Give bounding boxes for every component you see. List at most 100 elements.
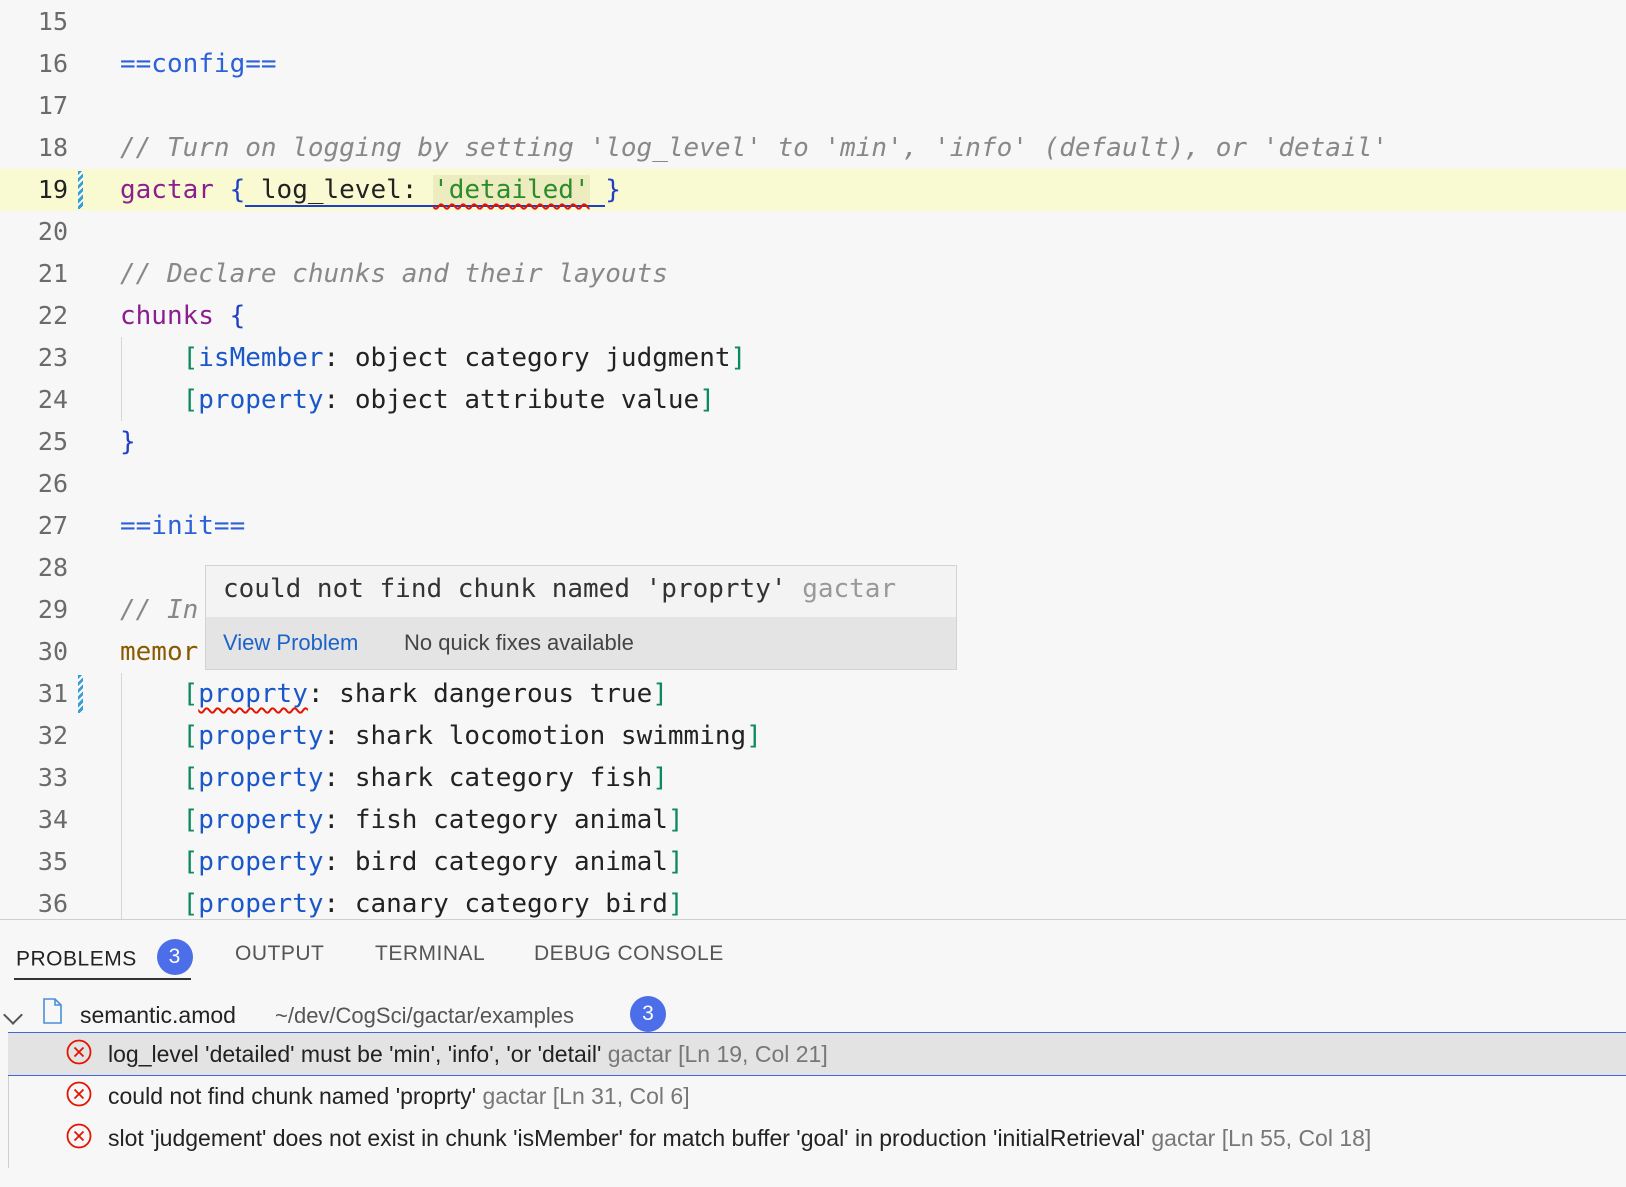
- code-token: property: [198, 721, 324, 751]
- code-token: isMember: [198, 343, 324, 373]
- tab-debug-console[interactable]: DEBUG CONSOLE: [534, 942, 724, 966]
- tab-output[interactable]: OUTPUT: [235, 942, 324, 966]
- code-token: [: [182, 805, 199, 835]
- hover-tooltip: could not find chunk named 'proprty' gac…: [205, 565, 957, 670]
- problem-source: gactar: [482, 1083, 547, 1109]
- line-number: 26: [37, 469, 68, 498]
- code-line[interactable]: 31 [proprty: shark dangerous true]: [0, 673, 1626, 715]
- modified-line-indicator[interactable]: [78, 675, 83, 713]
- line-number: 29: [37, 595, 68, 624]
- tab-problems[interactable]: PROBLEMS 3: [16, 939, 193, 978]
- code-line[interactable]: 16 ==config==: [0, 43, 1626, 85]
- code-token: [: [182, 889, 199, 919]
- code-text: [isMember: object category judgment]: [120, 337, 747, 379]
- code-line[interactable]: 27 ==init==: [0, 505, 1626, 547]
- code-token: [: [182, 343, 199, 373]
- line-number: 22: [37, 301, 68, 330]
- code-token: ]: [652, 763, 668, 793]
- code-line[interactable]: 17: [0, 85, 1626, 127]
- code-token: [: [182, 847, 199, 877]
- code-line[interactable]: 34 [property: fish category animal]: [0, 799, 1626, 841]
- code-text: }: [120, 421, 136, 463]
- code-token: : object attribute value: [323, 385, 700, 415]
- hover-message: could not find chunk named 'proprty' gac…: [223, 574, 897, 604]
- code-line[interactable]: 23 [isMember: object category judgment]: [0, 337, 1626, 379]
- problem-row[interactable]: log_level 'detailed' must be 'min', 'inf…: [8, 1032, 1626, 1076]
- code-line[interactable]: 19 gactar { log_level: 'detailed' }: [0, 169, 1626, 211]
- problem-row[interactable]: could not find chunk named 'proprty' gac…: [8, 1075, 1626, 1117]
- line-number: 19: [37, 175, 68, 204]
- code-editor[interactable]: 15 16 ==config== 17 18 // Turn on logging by …: [0, 0, 1626, 919]
- code-line[interactable]: 35 [property: bird category animal]: [0, 841, 1626, 883]
- code-token: proprty: [198, 679, 308, 709]
- panel-tabs: PROBLEMS 3 OUTPUT TERMINAL DEBUG CONSOLE: [0, 920, 1626, 982]
- code-token: ]: [667, 889, 684, 919]
- code-token: ]: [667, 805, 684, 835]
- file-name: semantic.amod: [80, 1002, 236, 1028]
- line-number: 34: [37, 805, 68, 834]
- line-number: 36: [37, 889, 68, 918]
- file-path: ~/dev/CogSci/gactar/examples: [275, 1003, 574, 1028]
- line-number: 31: [37, 679, 68, 708]
- code-token: ]: [699, 385, 715, 415]
- code-token: {: [229, 175, 246, 205]
- code-line[interactable]: 33 [property: shark category fish]: [0, 757, 1626, 799]
- code-line[interactable]: 32 [property: shark locomotion swimming]: [0, 715, 1626, 757]
- code-text: [property: shark category fish]: [120, 757, 668, 799]
- line-number: 27: [37, 511, 68, 540]
- line-number: 18: [37, 133, 68, 162]
- chevron-down-icon[interactable]: [3, 1005, 23, 1025]
- code-line[interactable]: 26: [0, 463, 1626, 505]
- code-text: [property: fish category animal]: [120, 799, 684, 841]
- code-line[interactable]: 25}: [0, 421, 1626, 463]
- problem-row[interactable]: slot 'judgement' does not exist in chunk…: [8, 1117, 1626, 1159]
- problem-text: could not find chunk named 'proprty' gac…: [108, 1083, 690, 1109]
- code-token: ]: [730, 343, 747, 373]
- code-token: ]: [667, 847, 684, 877]
- error-circle-icon: [66, 1123, 92, 1149]
- code-line[interactable]: 18 // Turn on logging by setting 'log_lev…: [0, 127, 1626, 169]
- code-line[interactable]: 24 [property: object attribute value]: [0, 379, 1626, 421]
- line-number: 15: [37, 7, 68, 36]
- code-line[interactable]: 22 chunks {: [0, 295, 1626, 337]
- line-number: 23: [37, 343, 68, 372]
- code-line[interactable]: 36 [property: canary category bird]: [0, 883, 1626, 919]
- code-line[interactable]: 20: [0, 211, 1626, 253]
- code-line[interactable]: 15: [0, 1, 1626, 43]
- code-token: : bird category animal: [323, 847, 668, 877]
- code-token: ==init==: [120, 511, 246, 541]
- code-line[interactable]: 21 // Declare chunks and their layouts: [0, 253, 1626, 295]
- view-problem-link[interactable]: View Problem: [223, 630, 358, 656]
- indent-guide: [121, 673, 122, 919]
- code-token: [589, 175, 606, 207]
- code-token: // Turn on logging by setting 'log_level…: [120, 133, 1388, 163]
- hover-actions-bar: View Problem No quick fixes available: [206, 617, 956, 669]
- code-text: [property: canary category bird]: [120, 883, 684, 919]
- code-text: [property: shark locomotion swimming]: [120, 715, 762, 757]
- code-text: ==config==: [120, 43, 277, 85]
- problem-text: slot 'judgement' does not exist in chunk…: [108, 1125, 1372, 1151]
- code-token: : fish category animal: [323, 805, 668, 835]
- tab-terminal[interactable]: TERMINAL: [375, 942, 485, 966]
- code-token: : shark category fish: [323, 763, 653, 793]
- problem-source: gactar: [607, 1041, 672, 1067]
- file-icon: [43, 998, 62, 1024]
- code-text: [proprty: shark dangerous true]: [120, 673, 668, 715]
- code-token: memor: [120, 637, 199, 667]
- problem-text: log_level 'detailed' must be 'min', 'inf…: [108, 1041, 828, 1067]
- code-token: ]: [746, 721, 762, 751]
- problem-location: [Ln 19, Col 21]: [678, 1041, 828, 1067]
- code-text: ==init==: [120, 505, 245, 547]
- line-number: 21: [37, 259, 68, 288]
- modified-line-indicator[interactable]: [78, 171, 83, 209]
- code-token: // Declare chunks and their layouts: [120, 259, 668, 289]
- code-token: [: [182, 763, 199, 793]
- no-quick-fixes-label: No quick fixes available: [404, 630, 634, 655]
- code-text: chunks {: [120, 295, 245, 337]
- code-text: // In: [120, 589, 198, 631]
